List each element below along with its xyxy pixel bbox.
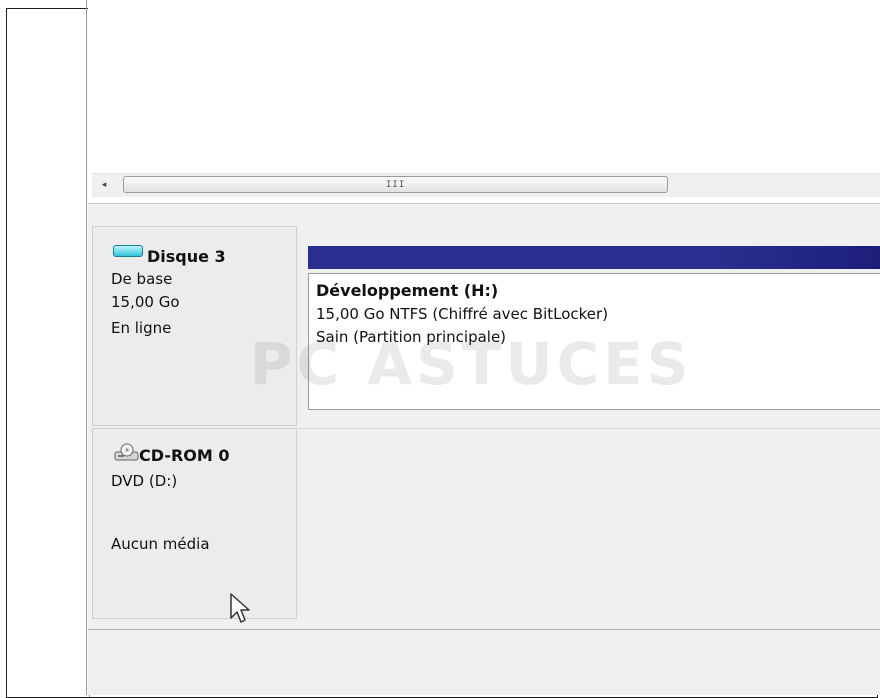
mouse-cursor-icon [230, 593, 250, 623]
horizontal-scrollbar[interactable]: ◂ III [92, 173, 880, 197]
pane-splitter[interactable] [88, 203, 880, 219]
disk-drive-icon [113, 245, 143, 257]
scroll-left-arrow-icon[interactable]: ◂ [94, 177, 114, 194]
cdrom-0-label[interactable]: CD-ROM 0 DVD (D:) Aucun média [92, 428, 297, 619]
partition-detail: 15,00 Go NTFS (Chiffré avec BitLocker) [316, 305, 609, 323]
scrollbar-thumb[interactable]: III [123, 176, 668, 193]
bottom-strip [88, 629, 880, 686]
partition-color-bar [308, 246, 880, 269]
scrollbar-grip: III [386, 180, 406, 190]
cdrom-name: CD-ROM 0 [139, 446, 230, 465]
partition-name: Développement (H:) [316, 281, 499, 300]
cdrom-0-area [298, 428, 880, 620]
disk-size: 15,00 Go [111, 293, 180, 311]
disk-status: En ligne [111, 319, 172, 337]
cd-drive-icon [114, 443, 139, 461]
disk-type: De base [111, 270, 173, 288]
partition-developpement[interactable]: Développement (H:) 15,00 Go NTFS (Chiffr… [308, 273, 880, 410]
disk-name: Disque 3 [147, 247, 226, 266]
left-gutter [7, 9, 90, 697]
cdrom-media: Aucun média [111, 535, 210, 553]
pane-border [86, 0, 87, 695]
cdrom-drive: DVD (D:) [111, 472, 178, 490]
partition-health: Sain (Partition principale) [316, 328, 507, 346]
disk-3-label[interactable]: Disque 3 De base 15,00 Go En ligne [92, 226, 297, 426]
disk-3-partitions: Développement (H:) 15,00 Go NTFS (Chiffr… [298, 226, 880, 426]
